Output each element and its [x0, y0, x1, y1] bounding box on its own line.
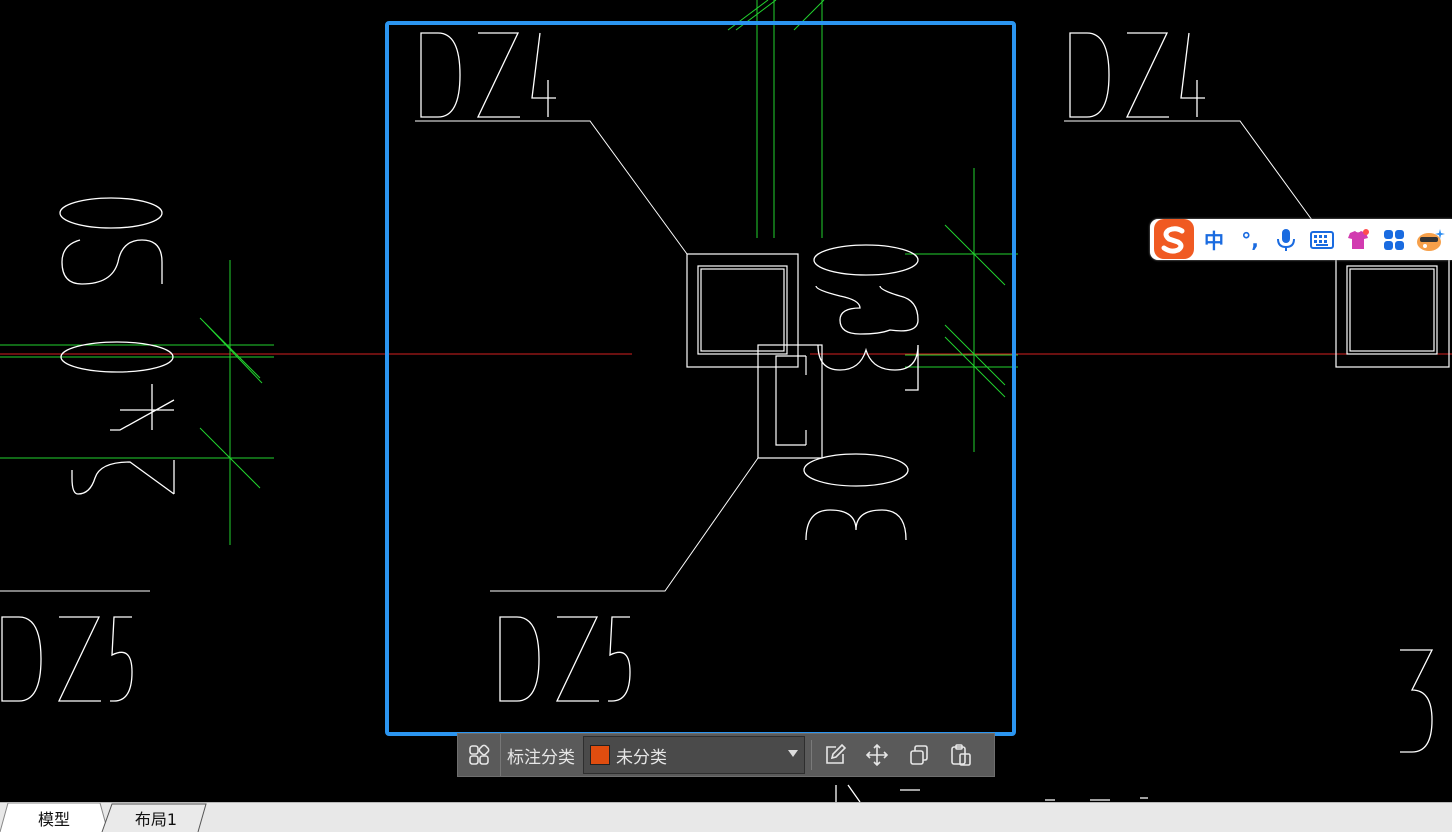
annotation-category-label: 标注分类	[500, 734, 583, 776]
label-dz4-center	[420, 32, 556, 118]
mascot-icon[interactable]	[1412, 222, 1448, 258]
cad-drawing-canvas[interactable]	[0, 0, 1452, 831]
left-dimension-lines	[0, 260, 274, 545]
category-dropdown[interactable]: 未分类	[583, 736, 805, 774]
sogou-logo-icon[interactable]	[1152, 218, 1196, 262]
selection-rectangle[interactable]	[385, 21, 1016, 736]
toolbox-icon[interactable]	[1376, 222, 1412, 258]
ime-punct-label: °,	[1241, 227, 1259, 252]
keyboard-icon[interactable]	[1304, 222, 1340, 258]
label-dz5-left	[1, 616, 133, 702]
ime-mode-label: 中	[1204, 229, 1224, 253]
chevron-down-icon[interactable]	[788, 750, 798, 757]
column-dz5-center	[757, 344, 823, 459]
tab-layout1[interactable]: 布局1	[102, 803, 210, 832]
partial-text-bottom	[835, 784, 1148, 803]
annotation-toolbar: 标注分类 未分类	[457, 733, 995, 777]
ime-mode-toggle[interactable]: 中	[1196, 222, 1232, 258]
top-dimension-lines	[727, 0, 825, 238]
category-color-swatch	[590, 745, 610, 765]
label-dz5-center	[499, 616, 631, 702]
right-dimension-lines	[905, 168, 1018, 452]
tab-model[interactable]: 模型	[0, 803, 108, 832]
copy-icon[interactable]	[898, 734, 940, 776]
toolbar-separator	[811, 740, 812, 770]
column-dz4-center	[686, 253, 799, 368]
column-dz4-right	[1335, 258, 1450, 368]
edit-icon[interactable]	[814, 734, 856, 776]
ime-punct-toggle[interactable]: °,	[1232, 222, 1268, 258]
digit-3-right	[1400, 649, 1434, 753]
label-dz4-right	[1069, 32, 1205, 118]
dimension-text-left	[59, 197, 175, 495]
move-icon[interactable]	[856, 734, 898, 776]
mic-icon[interactable]	[1268, 222, 1304, 258]
category-value: 未分类	[616, 747, 667, 768]
skin-icon[interactable]	[1340, 222, 1376, 258]
leader-lines	[0, 120, 1313, 592]
grid-icon[interactable]	[458, 734, 500, 776]
layout-tab-bar: 模型 布局1	[0, 802, 1452, 832]
dimension-text-center	[803, 244, 919, 541]
paste-icon[interactable]	[940, 734, 982, 776]
ime-toolbar[interactable]: 中 °,	[1150, 218, 1452, 262]
